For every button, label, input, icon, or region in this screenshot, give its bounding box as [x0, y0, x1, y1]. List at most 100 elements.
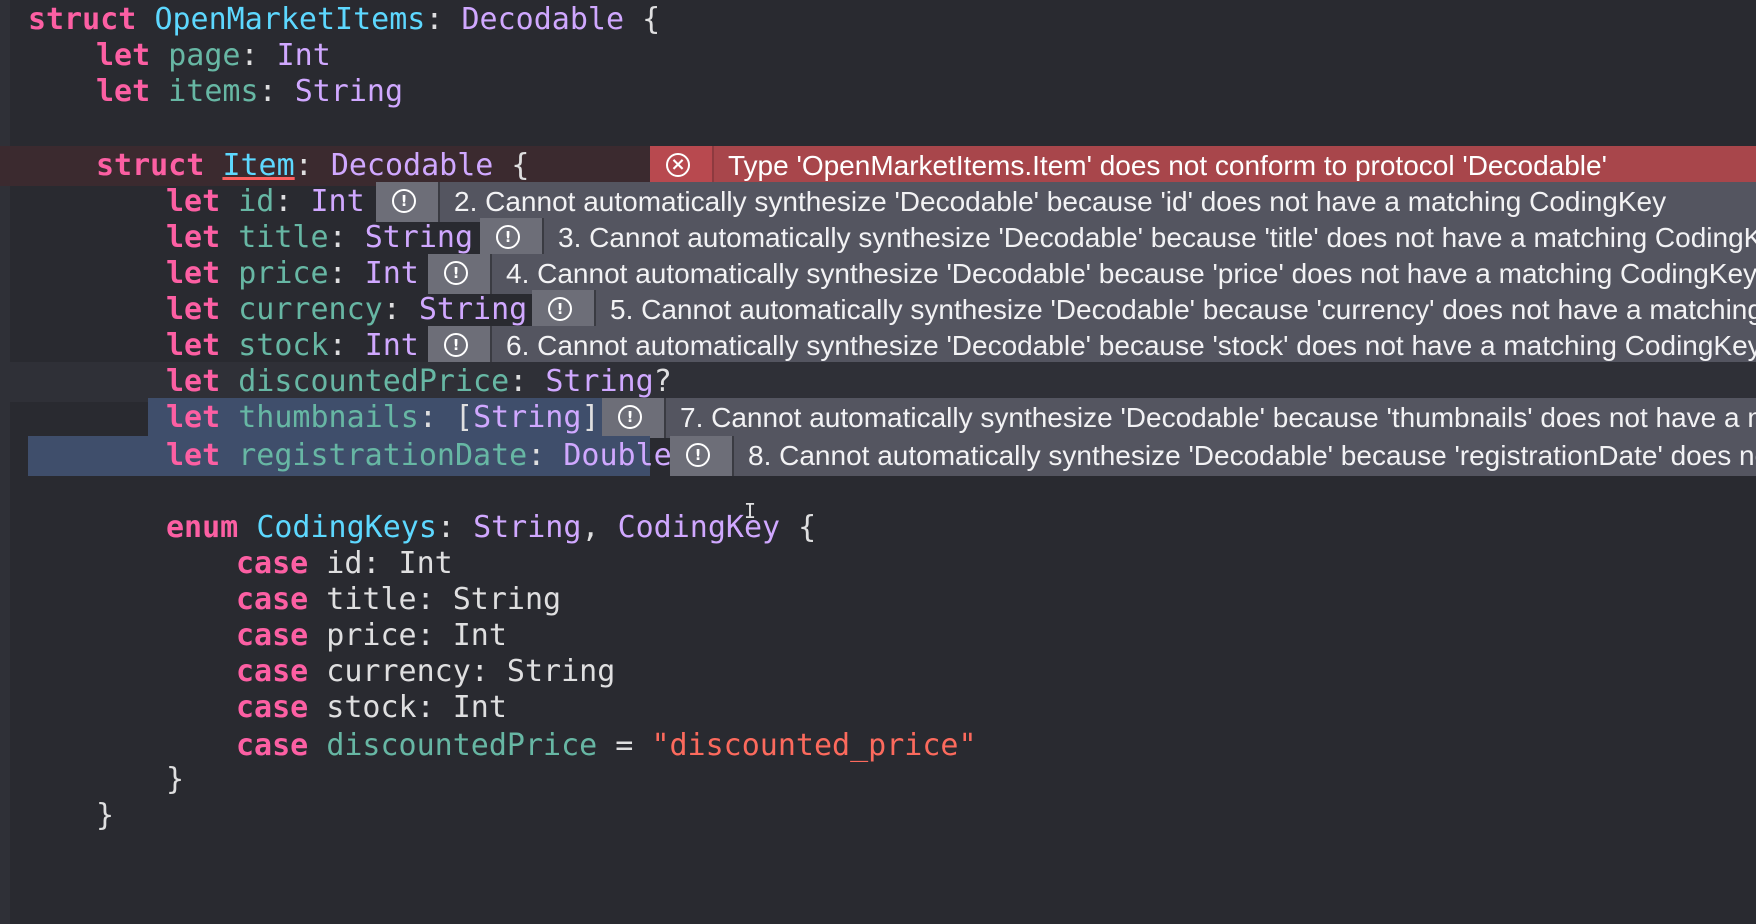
code-line[interactable]: }: [0, 796, 1756, 836]
code-token: :: [258, 74, 295, 109]
code-token: let: [166, 256, 221, 291]
code-token: let: [166, 400, 221, 435]
warning-annotation[interactable]: ! 4. Cannot automatically synthesize 'Dec…: [428, 254, 1756, 294]
code-text: let items: String: [96, 72, 403, 112]
code-token: case: [236, 618, 309, 653]
code-token: CodingKeys: [256, 510, 437, 545]
code-token: stock: [238, 328, 329, 363]
annotation-message: 4. Cannot automatically synthesize 'Deco…: [506, 258, 1756, 289]
warning-annotation[interactable]: ! 6. Cannot automatically synthesize 'Dec…: [428, 326, 1756, 366]
annotation-message: 8. Cannot automatically synthesize 'Deco…: [748, 440, 1756, 471]
code-token: {: [493, 148, 530, 183]
code-line[interactable]: let currency: String! 5. Cannot automatic…: [0, 290, 1756, 330]
code-token: String: [294, 74, 404, 109]
code-token: :: [328, 328, 365, 363]
code-text: let registrationDate: Double: [166, 436, 672, 476]
code-token: :: [527, 438, 564, 473]
x-circle-icon[interactable]: ×: [650, 146, 714, 186]
code-token: :: [425, 2, 462, 37]
exclamation-circle-icon[interactable]: !: [532, 290, 596, 330]
code-line[interactable]: struct OpenMarketItems: Decodable {: [0, 0, 1756, 40]
code-token: struct: [96, 148, 205, 183]
code-text: let id: Int: [166, 182, 365, 222]
code-token: registrationDate: [238, 438, 528, 473]
code-token: {: [624, 2, 661, 37]
code-text: }: [96, 796, 114, 836]
code-line[interactable]: struct Item: Decodable {× Type 'OpenMarke…: [0, 146, 1756, 186]
exclamation-circle-icon[interactable]: !: [376, 182, 440, 222]
code-token: Decodable: [330, 148, 494, 183]
warning-annotation[interactable]: ! 5. Cannot automatically synthesize 'Dec…: [532, 290, 1756, 330]
exclamation-circle-icon: !: [548, 297, 572, 321]
warning-annotation[interactable]: ! 3. Cannot automatically synthesize 'Dec…: [480, 218, 1756, 258]
code-line[interactable]: let items: String: [0, 72, 1756, 112]
warning-annotation[interactable]: ! 2. Cannot automatically synthesize 'Dec…: [376, 182, 1756, 222]
code-token: let: [166, 184, 221, 219]
code-token: let: [96, 74, 151, 109]
code-line[interactable]: let title: String! 3. Cannot automaticall…: [0, 218, 1756, 258]
code-token: case: [236, 690, 309, 725]
code-line[interactable]: let registrationDate: Double! 8. Cannot a…: [0, 436, 1756, 476]
error-annotation[interactable]: × Type 'OpenMarketItems.Item' does not co…: [650, 146, 1756, 186]
code-token: struct: [28, 2, 137, 37]
code-token: Int: [364, 256, 419, 291]
code-token: ?: [653, 364, 672, 399]
code-line[interactable]: case currency: String: [0, 652, 1756, 692]
code-line[interactable]: let id: Int ! 2. Cannot automatically synt…: [0, 182, 1756, 222]
code-line[interactable]: [0, 472, 1756, 512]
code-token: case: [236, 728, 309, 763]
code-line[interactable]: case stock: Int: [0, 688, 1756, 728]
code-token: {: [780, 510, 817, 545]
code-text: enum CodingKeys: String, CodingKey {: [166, 508, 816, 548]
code-token: let: [166, 438, 221, 473]
code-token: :: [436, 510, 474, 545]
warning-annotation[interactable]: ! 7. Cannot automatically synthesize 'Dec…: [602, 398, 1756, 438]
code-token: :: [509, 364, 546, 399]
warning-annotation[interactable]: ! 8. Cannot automatically synthesize 'Dec…: [670, 436, 1756, 476]
code-token: :: [274, 184, 311, 219]
code-token: :: [328, 220, 365, 255]
code-line[interactable]: [0, 108, 1756, 148]
exclamation-circle-icon: !: [496, 225, 520, 249]
code-token: let: [166, 364, 221, 399]
code-line[interactable]: }: [0, 760, 1756, 800]
code-line[interactable]: case id: Int: [0, 544, 1756, 584]
code-editor[interactable]: struct OpenMarketItems: Decodable {let p…: [0, 0, 1756, 924]
code-text: case price: Int: [236, 616, 507, 656]
exclamation-circle-icon: !: [618, 405, 642, 429]
code-line[interactable]: let discountedPrice: String?: [0, 362, 1756, 402]
code-token: id: [238, 184, 275, 219]
code-text: case id: Int: [236, 544, 453, 584]
code-line[interactable]: let price: Int! 4. Cannot automatically s…: [0, 254, 1756, 294]
exclamation-circle-icon[interactable]: !: [428, 254, 492, 294]
text-cursor-icon: I: [744, 499, 757, 523]
exclamation-circle-icon: !: [444, 261, 468, 285]
code-token: Item: [222, 148, 295, 183]
code-line[interactable]: let thumbnails: [String]! 7. Cannot autom…: [0, 398, 1756, 438]
exclamation-circle-icon[interactable]: !: [480, 218, 544, 258]
code-token: String: [364, 220, 474, 255]
code-line[interactable]: enum CodingKeys: String, CodingKey {: [0, 508, 1756, 548]
code-token: let: [166, 328, 221, 363]
code-token: Int: [276, 38, 331, 73]
code-line[interactable]: case title: String: [0, 580, 1756, 620]
code-token: case: [236, 546, 309, 581]
code-token: stock: Int: [308, 690, 507, 725]
exclamation-circle-icon[interactable]: !: [428, 326, 492, 366]
code-token: enum: [166, 510, 239, 545]
code-token: title: String: [308, 582, 562, 617]
code-line[interactable]: let stock: Int! 6. Cannot automatically s…: [0, 326, 1756, 366]
exclamation-circle-icon[interactable]: !: [670, 436, 734, 476]
code-line[interactable]: let page: Int: [0, 36, 1756, 76]
exclamation-circle-icon[interactable]: !: [602, 398, 666, 438]
code-token: currency: [238, 292, 383, 327]
code-token: Int: [310, 184, 365, 219]
code-token: OpenMarketItems: [154, 2, 426, 37]
annotation-message: 7. Cannot automatically synthesize 'Deco…: [680, 402, 1756, 433]
code-line[interactable]: case price: Int: [0, 616, 1756, 656]
